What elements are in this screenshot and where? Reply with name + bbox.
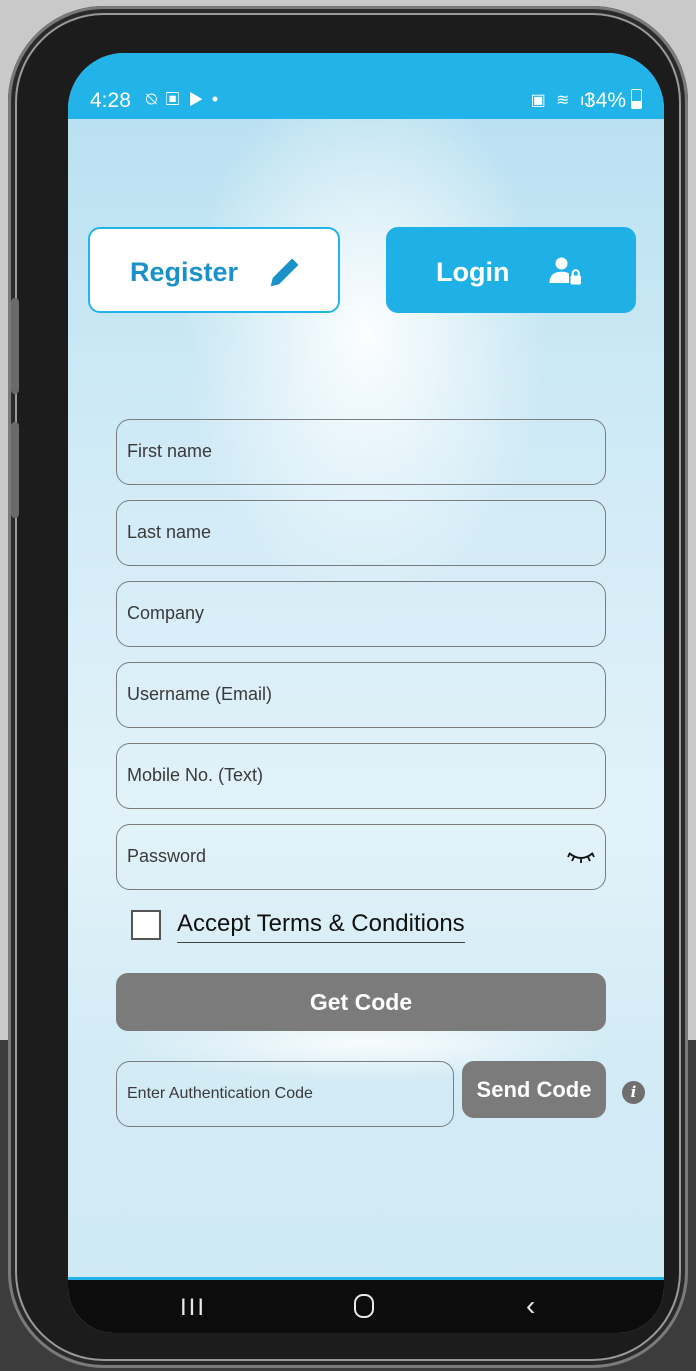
volume-up-button (11, 298, 19, 394)
get-code-button[interactable]: Get Code (116, 973, 606, 1031)
battery-percent: 34% (583, 89, 626, 112)
notification-icons: ⍉ ▣ ▶ • (146, 89, 221, 109)
recents-button[interactable]: III (180, 1294, 206, 1322)
auth-code-field[interactable]: Enter Authentication Code (116, 1061, 454, 1127)
login-tab[interactable]: Login (386, 227, 636, 313)
back-button[interactable]: ‹ (526, 1290, 535, 1322)
first-name-field[interactable]: First name (116, 419, 606, 485)
info-icon[interactable]: i (622, 1081, 645, 1104)
terms-link[interactable]: Accept Terms & Conditions (177, 910, 465, 943)
mobile-placeholder: Mobile No. (Text) (127, 765, 264, 785)
user-lock-icon (548, 253, 584, 296)
username-placeholder: Username (Email) (127, 684, 273, 704)
mobile-number-field[interactable]: Mobile No. (Text) (116, 743, 606, 809)
send-code-button[interactable]: Send Code (462, 1061, 606, 1118)
register-tab[interactable]: Register (88, 227, 340, 313)
company-field[interactable]: Company (116, 581, 606, 647)
password-field[interactable]: Password (116, 824, 606, 890)
home-button[interactable] (354, 1294, 374, 1318)
company-placeholder: Company (127, 603, 205, 623)
volume-down-button (11, 422, 19, 518)
system-nav-bar: III ‹ (68, 1277, 664, 1333)
eye-closed-icon[interactable] (567, 845, 595, 874)
terms-checkbox[interactable] (131, 910, 161, 940)
auth-code-placeholder: Enter Authentication Code (127, 1085, 313, 1102)
status-bar: 4:28 ⍉ ▣ ▶ • ▣ ≋ ıl 34% (68, 53, 664, 119)
last-name-placeholder: Last name (127, 522, 212, 542)
last-name-field[interactable]: Last name (116, 500, 606, 566)
first-name-placeholder: First name (127, 441, 213, 461)
pencil-icon (266, 253, 304, 298)
status-time: 4:28 (90, 89, 131, 112)
login-tab-label: Login (436, 257, 510, 287)
phone-frame: 4:28 ⍉ ▣ ▶ • ▣ ≋ ıl 34% Register Login F… (8, 6, 688, 1368)
register-tab-label: Register (130, 257, 239, 287)
app-screen: 4:28 ⍉ ▣ ▶ • ▣ ≋ ıl 34% Register Login F… (68, 53, 664, 1333)
username-email-field[interactable]: Username (Email) (116, 662, 606, 728)
battery-icon (631, 89, 642, 109)
password-placeholder: Password (127, 846, 207, 866)
